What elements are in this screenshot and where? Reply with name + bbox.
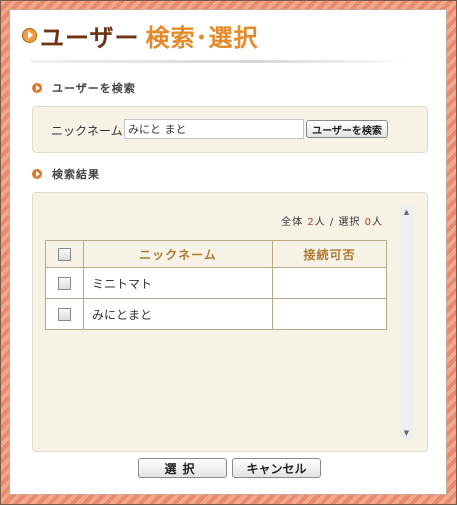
arrow-bullet-icon <box>32 169 42 179</box>
selected-label: 選択 <box>338 217 361 228</box>
select-all-checkbox[interactable] <box>57 248 71 261</box>
row-checkbox-cell <box>45 267 84 299</box>
search-user-button[interactable]: ユーザーを検索 <box>306 120 388 138</box>
table-row[interactable]: みにとまと <box>45 298 387 330</box>
selected-unit: 人 <box>372 217 383 228</box>
row-checkbox[interactable] <box>57 308 71 321</box>
nickname-input[interactable] <box>124 119 304 139</box>
row-checkbox[interactable] <box>57 277 71 290</box>
row-status <box>272 267 387 299</box>
results-table: ニックネーム 接続可否 ミニトマト みにとまと <box>45 240 387 330</box>
arrow-bullet-icon <box>32 83 42 93</box>
title-part2: 検索･選択 <box>145 23 259 52</box>
result-count: 全体 2人 / 選択 0人 <box>281 213 383 228</box>
results-section-heading: 検索結果 <box>32 166 100 182</box>
title-underline <box>30 60 410 63</box>
page-title: ユーザー 検索･選択 <box>22 18 259 52</box>
table-header-row: ニックネーム 接続可否 <box>45 240 387 268</box>
row-status <box>272 298 387 330</box>
select-all-cell <box>45 240 84 268</box>
search-panel: ニックネーム ユーザーを検索 <box>32 106 428 153</box>
arrow-bullet-icon <box>22 27 37 43</box>
cancel-button[interactable]: キャンセル <box>232 458 321 478</box>
total-unit: 人 <box>314 217 326 228</box>
total-count: 2 <box>307 217 315 228</box>
scroll-up-arrow-icon[interactable]: ▲ <box>400 205 413 218</box>
results-section-title: 検索結果 <box>52 168 100 181</box>
column-header-status[interactable]: 接続可否 <box>272 240 387 268</box>
scroll-down-arrow-icon[interactable]: ▼ <box>400 426 413 439</box>
search-section-title: ユーザーを検索 <box>52 82 136 95</box>
count-separator: / <box>329 217 335 228</box>
table-row[interactable]: ミニトマト <box>45 267 387 299</box>
results-panel: 全体 2人 / 選択 0人 ニックネーム 接続可否 ミニトマト みにとまと ▲ … <box>32 192 428 452</box>
selected-count: 0 <box>364 217 372 228</box>
row-nickname: みにとまと <box>83 298 273 330</box>
total-label: 全体 <box>281 217 304 228</box>
search-section-heading: ユーザーを検索 <box>32 80 136 96</box>
row-checkbox-cell <box>45 298 84 330</box>
title-part1: ユーザー <box>40 23 140 52</box>
row-nickname: ミニトマト <box>83 267 273 299</box>
select-button[interactable]: 選択 <box>138 458 227 478</box>
nickname-label: ニックネーム <box>51 124 123 138</box>
vertical-scrollbar[interactable]: ▲ ▼ <box>400 205 413 439</box>
column-header-nickname[interactable]: ニックネーム <box>83 240 273 268</box>
